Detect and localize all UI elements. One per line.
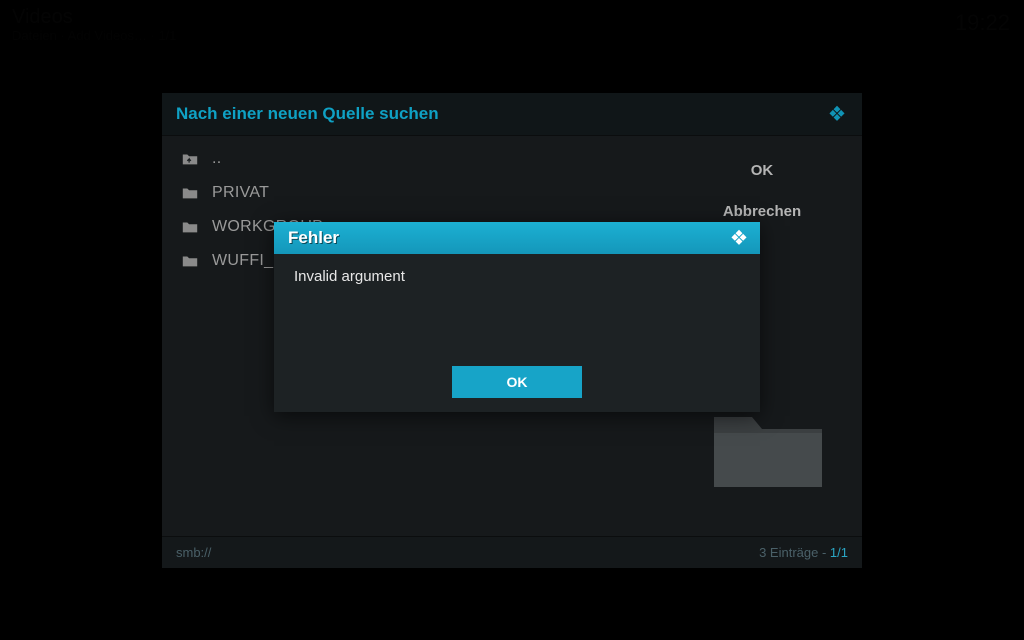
browse-ok-button[interactable]: OK [662, 150, 862, 191]
error-message: Invalid argument [274, 254, 760, 366]
error-dialog-footer: OK [274, 366, 760, 412]
entry-count-text: 3 Einträge - [759, 545, 830, 560]
folder-icon [180, 185, 200, 201]
entry-count: 3 Einträge - 1/1 [759, 545, 848, 560]
list-item[interactable]: PRIVAT [162, 176, 662, 210]
browse-dialog-footer: smb:// 3 Einträge - 1/1 [162, 536, 862, 568]
error-dialog-header: Fehler [274, 222, 760, 254]
list-item-parent[interactable]: .. [162, 142, 662, 176]
folder-icon [180, 219, 200, 235]
kodi-logo-icon [728, 227, 750, 249]
current-path: smb:// [176, 545, 211, 560]
error-dialog-title: Fehler [288, 228, 339, 248]
folder-preview-icon [708, 399, 828, 494]
browse-dialog-header: Nach einer neuen Quelle suchen [162, 93, 862, 136]
kodi-logo-icon [826, 103, 848, 125]
browse-dialog-title: Nach einer neuen Quelle suchen [176, 104, 439, 124]
folder-icon [180, 253, 200, 269]
error-dialog: Fehler Invalid argument OK [274, 222, 760, 412]
list-item-label: .. [212, 150, 222, 168]
entry-count-page: 1/1 [830, 545, 848, 560]
list-item-label: PRIVAT [212, 184, 269, 202]
folder-up-icon [180, 151, 200, 167]
error-ok-button[interactable]: OK [452, 366, 582, 398]
